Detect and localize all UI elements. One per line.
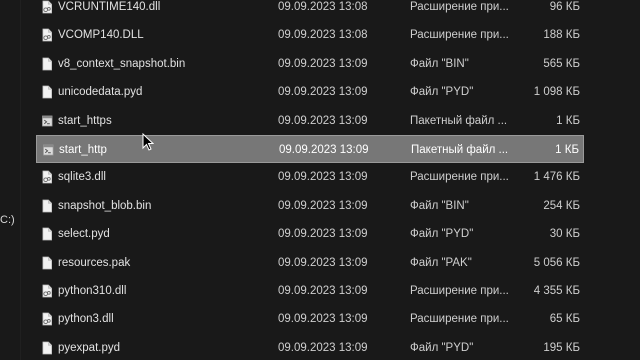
dll-icon: [42, 284, 52, 298]
file-type: Файл "BIN": [410, 57, 469, 70]
file-type: Пакетный файл ...: [410, 114, 508, 127]
file-size: 565 КБ: [543, 57, 580, 70]
file-row[interactable]: VCRUNTIME140.dll 09.09.2023 13:08 Расширен…: [36, 0, 584, 21]
file-name[interactable]: pyexpat.pyd: [58, 334, 120, 360]
file-icon: [42, 227, 52, 241]
file-row[interactable]: resources.pak 09.09.2023 13:09 Файл "PAK" 5…: [36, 249, 584, 277]
file-icon: [42, 341, 52, 355]
file-explorer-window: C:) VCRUNTIME140.dll 09.09.2023 13:08 Расш…: [0, 0, 640, 360]
file-name[interactable]: snapshot_blob.bin: [58, 192, 151, 220]
file-size: 1 КБ: [555, 143, 579, 156]
file-type: Расширение при...: [410, 1, 509, 13]
file-date-modified: 09.09.2023 13:08: [278, 29, 368, 42]
file-size: 1 КБ: [556, 114, 580, 127]
file-type: Расширение при...: [410, 29, 509, 42]
file-type: Файл "PYD": [410, 228, 474, 241]
file-type: Файл "PYD": [410, 86, 474, 99]
file-size: 96 КБ: [549, 1, 580, 13]
file-name[interactable]: unicodedata.pyd: [58, 78, 142, 106]
file-size: 5 056 КБ: [533, 256, 580, 269]
file-type: Расширение при...: [410, 171, 509, 184]
file-row[interactable]: start_http 09.09.2023 13:09 Пакетный файл …: [36, 134, 584, 164]
nav-drive-label[interactable]: C:): [0, 214, 15, 226]
file-date-modified: 09.09.2023 13:09: [278, 313, 368, 326]
file-name[interactable]: start_http: [59, 136, 107, 164]
dll-icon: [42, 312, 52, 326]
file-date-modified: 09.09.2023 13:09: [278, 256, 368, 269]
file-size: 4 355 КБ: [533, 284, 580, 297]
file-date-modified: 09.09.2023 13:09: [278, 284, 368, 297]
file-icon: [42, 199, 52, 213]
file-name[interactable]: select.pyd: [58, 220, 110, 248]
file-date-modified: 09.09.2023 13:09: [278, 199, 368, 212]
file-row[interactable]: sqlite3.dll 09.09.2023 13:09 Расширение пр…: [36, 163, 584, 191]
file-icon: [42, 57, 52, 71]
file-size: 1 098 КБ: [533, 86, 580, 99]
file-name[interactable]: v8_context_snapshot.bin: [58, 50, 185, 78]
file-size: 30 КБ: [549, 228, 580, 241]
file-row[interactable]: python310.dll 09.09.2023 13:09 Расширение …: [36, 277, 584, 305]
file-size: 188 КБ: [543, 29, 580, 42]
file-name[interactable]: VCOMP140.DLL: [58, 21, 144, 49]
file-name[interactable]: start_https: [58, 107, 112, 135]
file-row[interactable]: v8_context_snapshot.bin 09.09.2023 13:09 Ф…: [36, 50, 584, 78]
file-date-modified: 09.09.2023 13:08: [278, 1, 368, 13]
file-type: Файл "PYD": [410, 341, 474, 354]
file-icon: [42, 256, 52, 269]
file-type: Пакетный файл ...: [411, 143, 509, 156]
file-row[interactable]: VCOMP140.DLL 09.09.2023 13:08 Расширение п…: [36, 21, 584, 49]
file-list[interactable]: VCRUNTIME140.dll 09.09.2023 13:08 Расширен…: [36, 0, 584, 360]
file-type: Расширение при...: [410, 284, 509, 297]
file-icon: [42, 85, 52, 99]
navigation-pane[interactable]: C:): [0, 0, 21, 360]
file-date-modified: 09.09.2023 13:09: [278, 86, 368, 99]
file-name[interactable]: python3.dll: [58, 305, 114, 333]
batch-file-icon: [42, 115, 53, 126]
batch-file-icon: [43, 144, 54, 156]
file-size: 195 КБ: [543, 341, 580, 354]
dll-icon: [42, 0, 52, 14]
file-name[interactable]: sqlite3.dll: [58, 163, 106, 191]
file-date-modified: 09.09.2023 13:09: [278, 171, 368, 184]
file-type: Расширение при...: [410, 313, 509, 326]
file-name[interactable]: resources.pak: [58, 249, 130, 277]
file-row[interactable]: python3.dll 09.09.2023 13:09 Расширение пр…: [36, 305, 584, 333]
file-row[interactable]: snapshot_blob.bin 09.09.2023 13:09 Файл "B…: [36, 192, 584, 220]
dll-icon: [42, 171, 52, 184]
file-date-modified: 09.09.2023 13:09: [279, 143, 369, 156]
file-date-modified: 09.09.2023 13:09: [278, 228, 368, 241]
file-date-modified: 09.09.2023 13:09: [278, 114, 368, 127]
file-row[interactable]: start_https 09.09.2023 13:09 Пакетный файл…: [36, 107, 584, 135]
file-date-modified: 09.09.2023 13:09: [278, 57, 368, 70]
mouse-cursor-icon: [142, 133, 154, 151]
file-type: Файл "PAK": [410, 256, 472, 269]
file-name[interactable]: VCRUNTIME140.dll: [58, 0, 160, 21]
dll-icon: [42, 29, 52, 42]
file-size: 65 КБ: [549, 313, 580, 326]
file-date-modified: 09.09.2023 13:09: [278, 341, 368, 354]
file-row[interactable]: select.pyd 09.09.2023 13:09 Файл "PYD" 30 К…: [36, 220, 584, 248]
file-size: 254 КБ: [543, 199, 580, 212]
file-row[interactable]: unicodedata.pyd 09.09.2023 13:09 Файл "PYD…: [36, 78, 584, 106]
file-size: 1 476 КБ: [533, 171, 580, 184]
file-name[interactable]: python310.dll: [58, 277, 126, 305]
file-type: Файл "BIN": [410, 199, 469, 212]
file-row[interactable]: pyexpat.pyd 09.09.2023 13:09 Файл "PYD" 195…: [36, 334, 584, 360]
